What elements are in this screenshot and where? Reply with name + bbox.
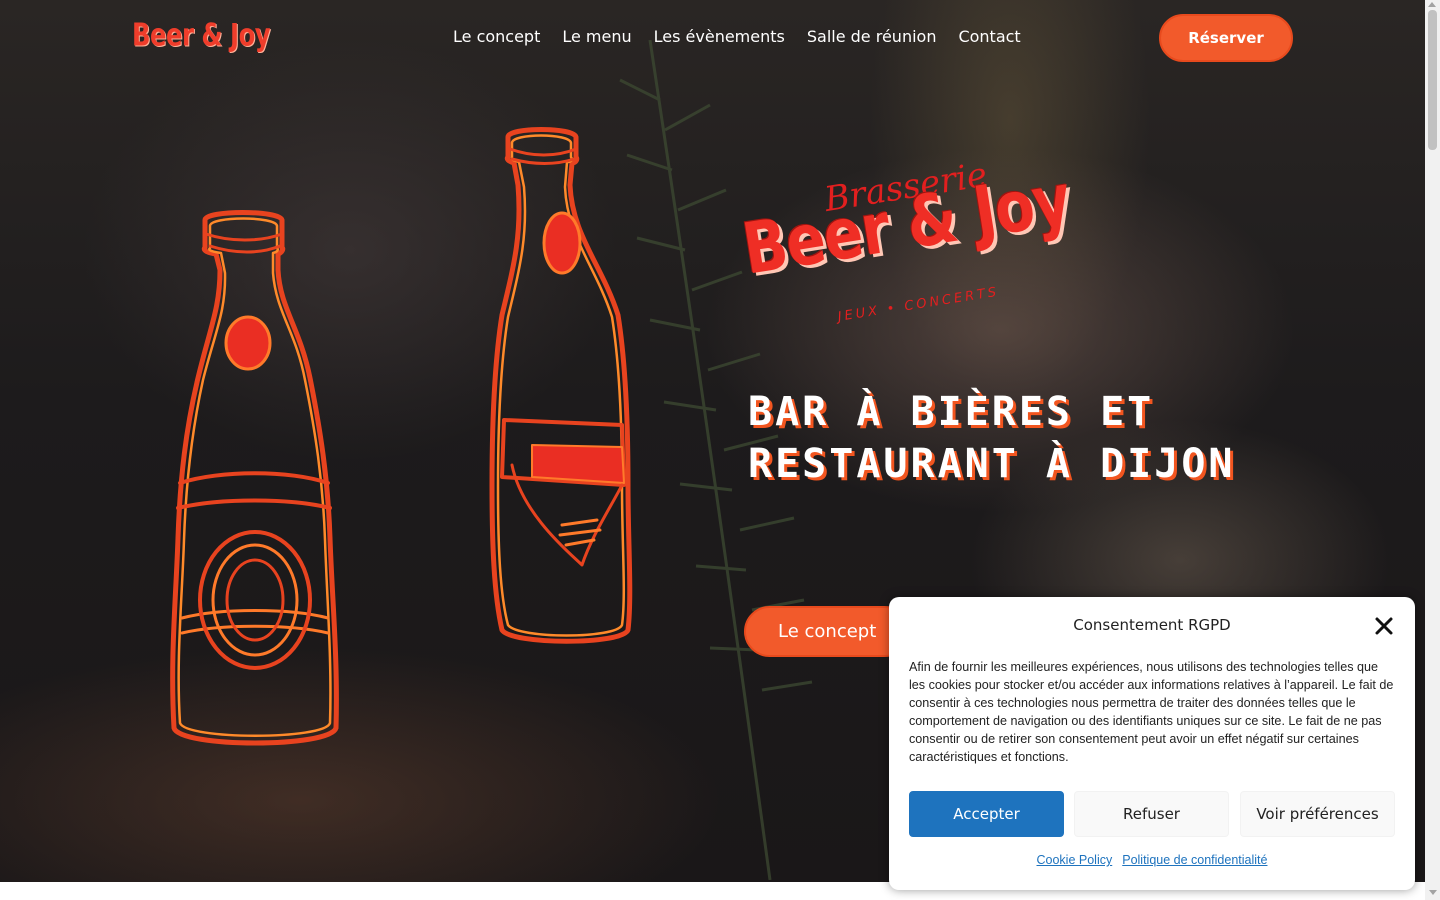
preferences-button[interactable]: Voir préférences	[1240, 791, 1395, 837]
nav-item-contact[interactable]: Contact	[958, 27, 1020, 46]
scroll-down-arrow-icon[interactable]	[1429, 890, 1437, 895]
main-nav: Le concept Le menu Les évènements Salle …	[453, 27, 1021, 46]
nav-item-concept[interactable]: Le concept	[453, 27, 540, 46]
consent-links: Cookie Policy Politique de confidentiali…	[889, 853, 1415, 867]
beer-bottle-illustration	[489, 127, 633, 644]
nav-item-meeting-room[interactable]: Salle de réunion	[807, 27, 937, 46]
scrollbar-thumb[interactable]	[1428, 10, 1437, 150]
refuse-button[interactable]: Refuser	[1074, 791, 1229, 837]
beer-bottle-illustration	[170, 210, 339, 746]
cookie-policy-link[interactable]: Cookie Policy	[1037, 853, 1113, 867]
reserve-button[interactable]: Réserver	[1159, 14, 1293, 62]
privacy-policy-link[interactable]: Politique de confidentialité	[1122, 853, 1267, 867]
concept-button[interactable]: Le concept	[744, 606, 910, 657]
brand-logo: Brasserie Beer & Joy JEUX • CONCERTS	[738, 155, 1120, 350]
scroll-up-arrow-icon[interactable]	[1428, 2, 1436, 7]
consent-title: Consentement RGPD	[1073, 616, 1231, 634]
consent-text: Afin de fournir les meilleures expérienc…	[909, 660, 1394, 764]
hero-headline: BAR À BIÈRES ET RESTAURANT À DIJON	[748, 386, 1268, 490]
nav-item-events[interactable]: Les évènements	[654, 27, 785, 46]
site-header: Beer & Joy Le concept Le menu Les évènem…	[0, 0, 1425, 76]
consent-dialog: Consentement RGPD Afin de fournir les me…	[889, 597, 1415, 890]
site-logo[interactable]: Beer & Joy	[132, 18, 271, 54]
headline-line-2: RESTAURANT À DIJON	[748, 441, 1236, 487]
accept-button[interactable]: Accepter	[909, 791, 1064, 837]
brand-tagline: JEUX • CONCERTS	[836, 284, 1001, 325]
nav-item-menu[interactable]: Le menu	[562, 27, 631, 46]
close-icon[interactable]	[1373, 615, 1395, 637]
headline-line-1: BAR À BIÈRES ET	[748, 389, 1155, 435]
